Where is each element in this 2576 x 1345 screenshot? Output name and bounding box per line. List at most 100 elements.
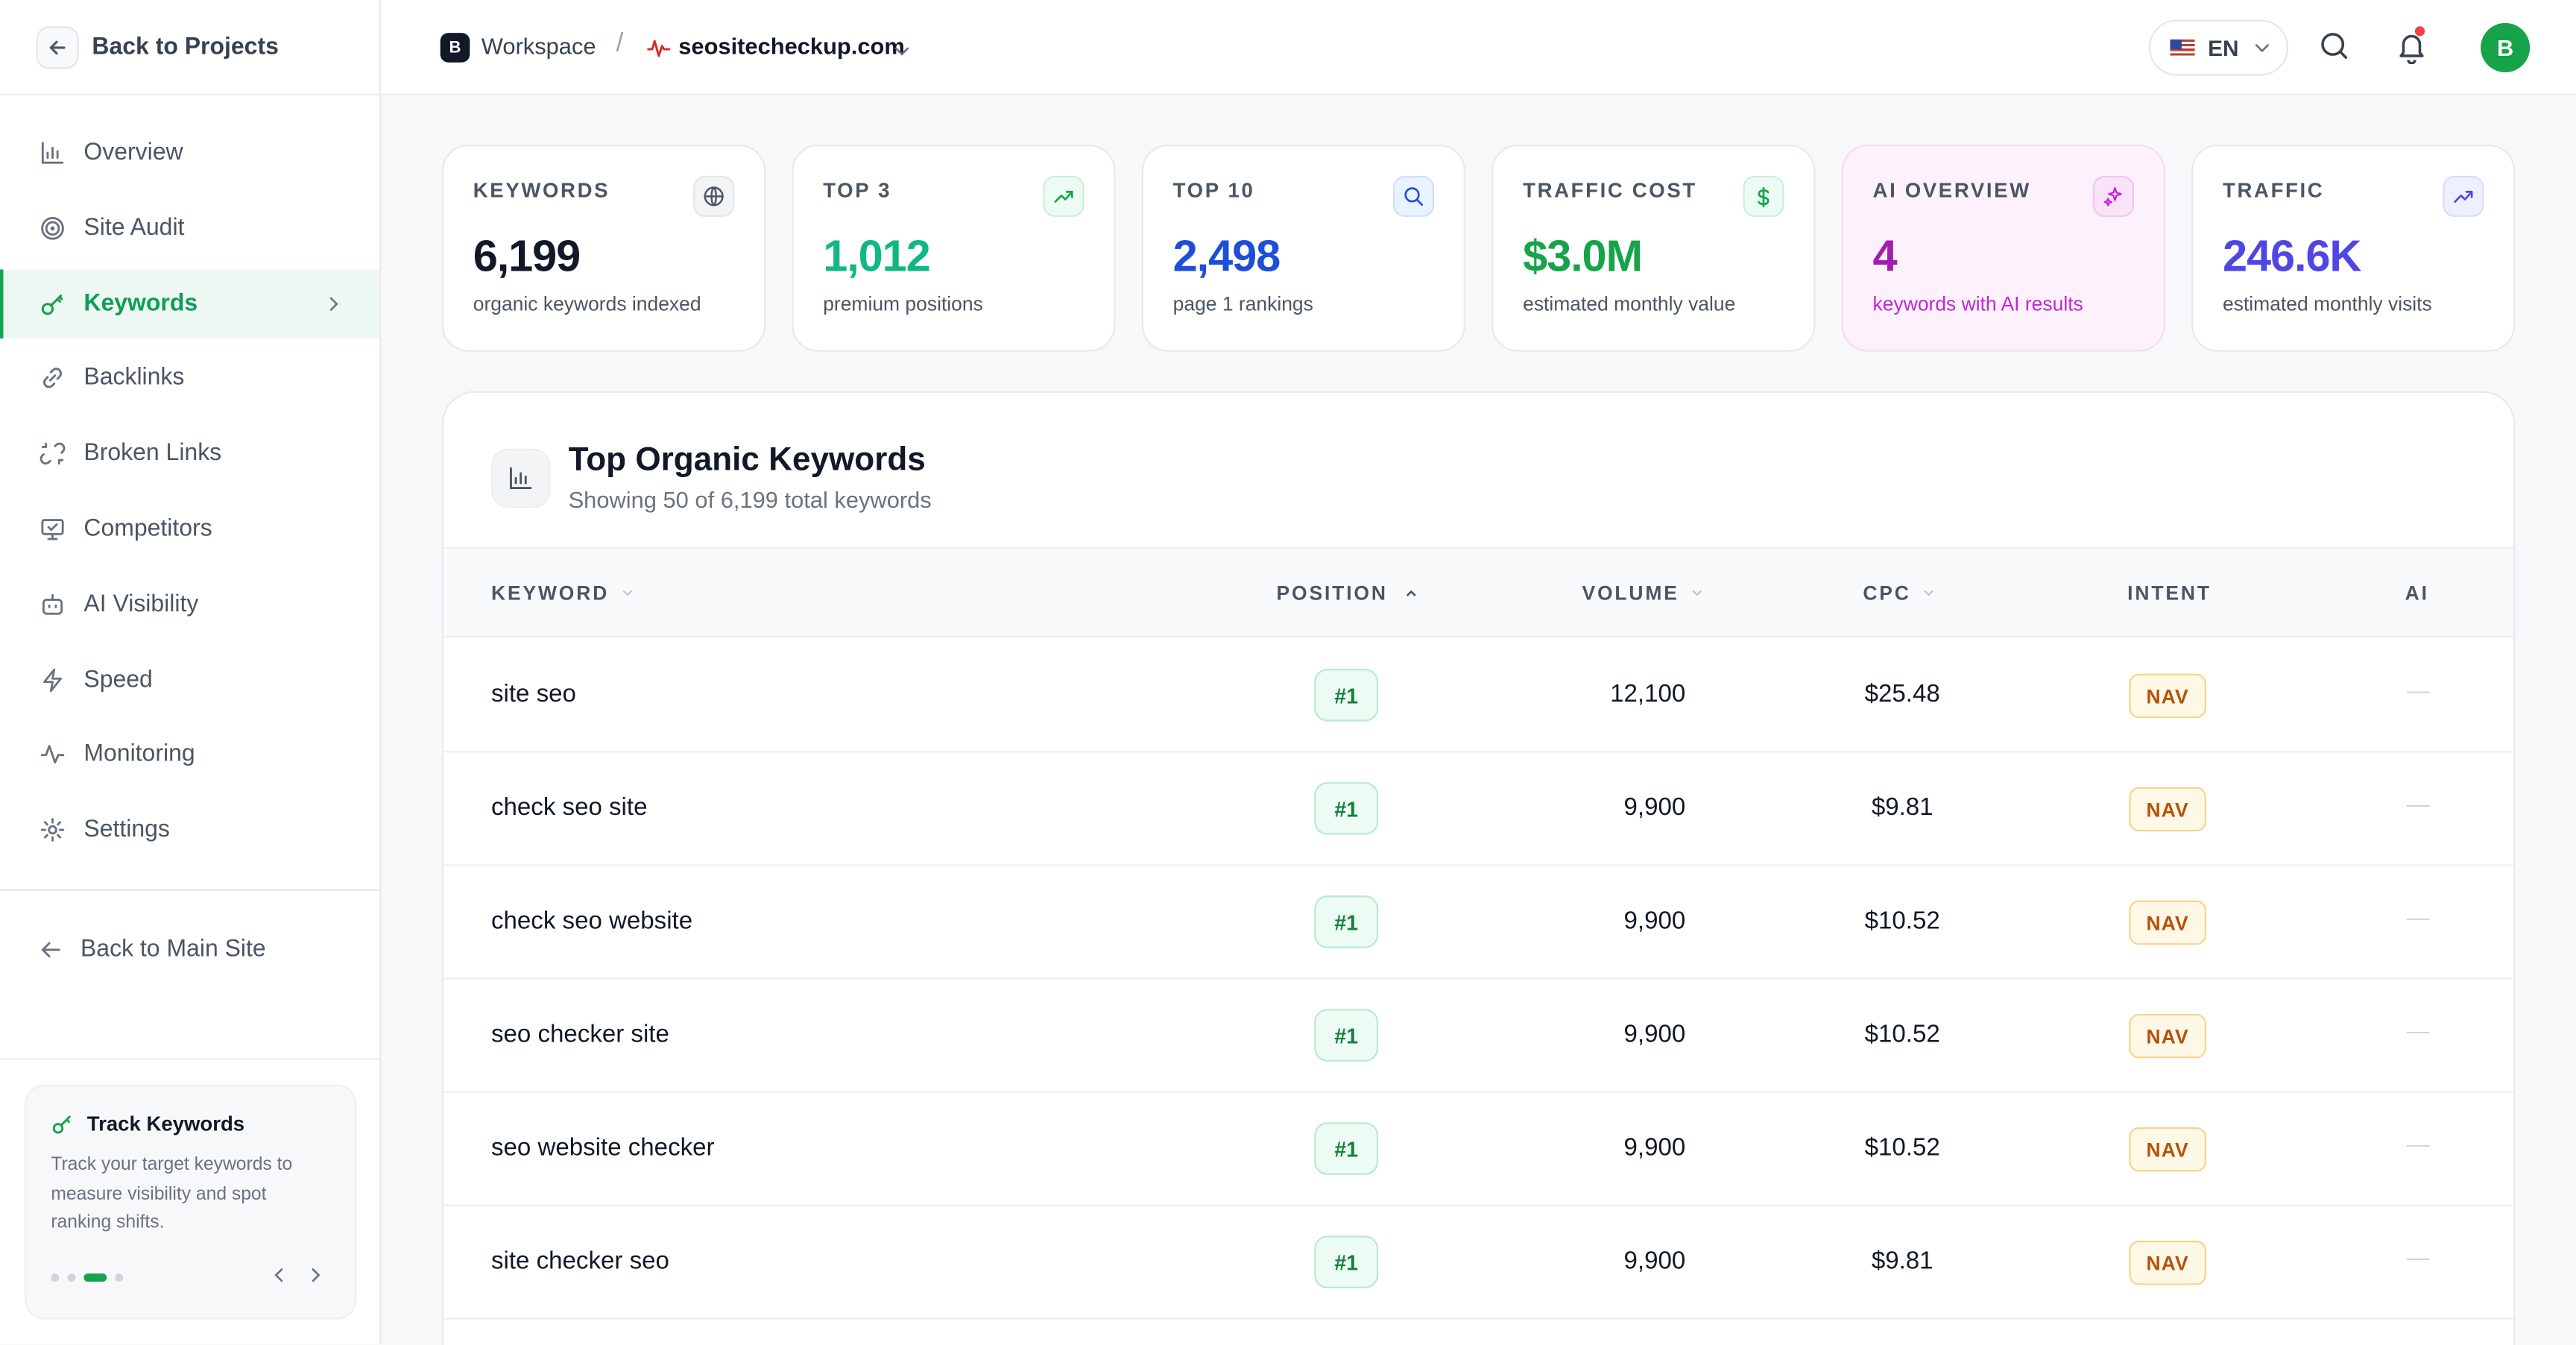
chevron-down-icon [1922,588,1936,598]
track-keywords-title: Track Keywords [86,1112,245,1135]
back-to-main-site-button[interactable]: Back to Main Site [0,917,379,983]
sidebar-item-site-audit[interactable]: Site Audit [0,194,379,263]
sidebar-item-label: Backlinks [83,365,185,392]
stat-card-traffic-cost: TRAFFIC COST $3.0M estimated monthly val… [1491,144,1816,352]
stat-value: 2,498 [1172,231,1281,281]
carousel-dot-active[interactable] [83,1273,107,1282]
back-to-projects-button[interactable]: Back to Projects [0,0,380,95]
bell-icon[interactable] [2395,26,2428,72]
volume-cell: 9,900 [1623,907,1686,936]
stat-description: keywords with AI results [1872,292,2083,316]
sidebar-item-keywords[interactable]: Keywords [0,268,380,338]
target-icon [38,213,68,243]
ai-cell: — [2406,677,2430,704]
dollar-icon [1743,175,1784,217]
sidebar-item-label: Competitors [83,516,212,543]
back-to-main-site-label: Back to Main Site [80,936,266,963]
lightning-icon [38,665,68,695]
cpc-cell: $10.52 [1864,1020,1940,1049]
stat-card-top10: TOP 10 2,498 page 1 rankings [1141,144,1465,352]
sidebar-item-label: Monitoring [83,741,195,769]
chevron-down-icon[interactable] [894,36,910,66]
sidebar-item-label: Site Audit [83,215,185,242]
ai-cell: — [2406,1244,2430,1270]
table-header: KEYWORD POSITION VOLUME CPC INTENT AI [443,546,2514,638]
column-header-position[interactable]: POSITION [1277,582,1418,605]
column-label: KEYWORD [490,582,610,605]
stat-description: organic keywords indexed [473,292,701,316]
intent-badge: NAV [2129,787,2206,832]
sidebar-item-speed[interactable]: Speed [0,645,379,714]
position-badge: #1 [1314,1235,1379,1288]
chevron-left-icon[interactable] [273,1265,286,1288]
position-badge: #1 [1314,895,1379,948]
bar-chart-icon [38,138,68,168]
key-icon [51,1112,74,1135]
volume-cell: 9,900 [1623,1247,1686,1276]
table-row[interactable]: seo website checker #1 9,900 $10.52 NAV … [443,1093,2514,1206]
column-label: AI [2405,582,2429,605]
stat-value: $3.0M [1523,231,1643,281]
column-header-intent: INTENT [2127,582,2212,605]
breadcrumb-site[interactable]: seositecheckup.com [678,33,905,59]
ai-cell: — [2406,1017,2430,1044]
table-row[interactable]: check seo site #1 9,900 $9.81 NAV — [443,752,2514,866]
globe-icon [693,175,735,217]
sidebar-item-backlinks[interactable]: Backlinks [0,344,379,413]
language-label: EN [2208,35,2239,60]
table-row[interactable]: seo checker site #1 9,900 $10.52 NAV — [443,980,2514,1093]
volume-cell: 12,100 [1610,680,1686,708]
volume-cell: 9,900 [1623,793,1686,822]
chevron-right-icon[interactable] [309,1265,322,1288]
sidebar-item-ai-visibility[interactable]: AI Visibility [0,570,379,639]
keyword-cell: check seo website [490,907,693,936]
table-row[interactable]: site checker seo #1 9,900 $9.81 NAV — [443,1206,2514,1320]
sidebar-item-settings[interactable]: Settings [0,796,379,865]
position-badge: #1 [1314,1122,1379,1175]
sidebar: Back to Projects Overview Site Audit Key… [0,0,382,1344]
sidebar-item-overview[interactable]: Overview [0,119,379,188]
search-icon[interactable] [2318,30,2351,71]
column-header-cpc[interactable]: CPC [1863,582,1936,605]
sidebar-item-label: Broken Links [83,441,222,467]
keyword-cell: seo checker site [490,1020,669,1049]
track-keywords-card: Track Keywords Track your target keyword… [25,1084,357,1320]
cpc-cell: $25.48 [1864,680,1940,708]
intent-badge: NAV [2129,1241,2206,1285]
sidebar-item-broken-links[interactable]: Broken Links [0,419,379,488]
position-badge: #1 [1314,782,1379,835]
carousel-dot[interactable] [51,1273,60,1282]
table-row[interactable]: check seo website #1 9,900 $10.52 NAV — [443,866,2514,980]
carousel-dot[interactable] [67,1273,76,1282]
language-selector[interactable]: EN [2148,19,2289,76]
panel-title: Top Organic Keywords [568,441,926,479]
volume-cell: 9,900 [1623,1020,1686,1049]
table-row[interactable]: site seo #1 12,100 $25.48 NAV — [443,639,2514,753]
chevron-down-icon [1690,588,1704,598]
keyword-cell: check seo site [490,793,648,822]
position-badge: #1 [1314,1009,1379,1062]
us-flag-icon [2170,39,2195,56]
top-keywords-panel: Top Organic Keywords Showing 50 of 6,199… [441,391,2516,1345]
notification-dot [2414,26,2425,37]
stat-description: estimated monthly value [1523,292,1736,316]
volume-cell: 9,900 [1623,1133,1686,1162]
stat-card-traffic: TRAFFIC 246.6K estimated monthly visits [2191,144,2516,352]
column-header-ai: AI [2405,582,2429,605]
sidebar-divider [0,1058,380,1060]
keyword-cell: site checker seo [490,1247,669,1276]
breadcrumb-workspace[interactable]: Workspace [482,33,596,59]
sidebar-item-competitors[interactable]: Competitors [0,494,379,564]
carousel-dot[interactable] [115,1273,124,1282]
sidebar-item-monitoring[interactable]: Monitoring [0,720,379,790]
stat-card-ai-overview: AI OVERVIEW 4 keywords with AI results [1841,144,2165,352]
bar-chart-icon [490,448,551,508]
column-header-volume[interactable]: VOLUME [1582,582,1703,605]
sidebar-divider [0,889,380,891]
column-header-keyword[interactable]: KEYWORD [491,582,634,605]
trending-up-icon [1043,175,1085,217]
intent-badge: NAV [2129,1013,2206,1059]
intent-badge: NAV [2129,673,2206,719]
column-label: INTENT [2127,582,2212,605]
avatar[interactable]: B [2481,22,2531,72]
